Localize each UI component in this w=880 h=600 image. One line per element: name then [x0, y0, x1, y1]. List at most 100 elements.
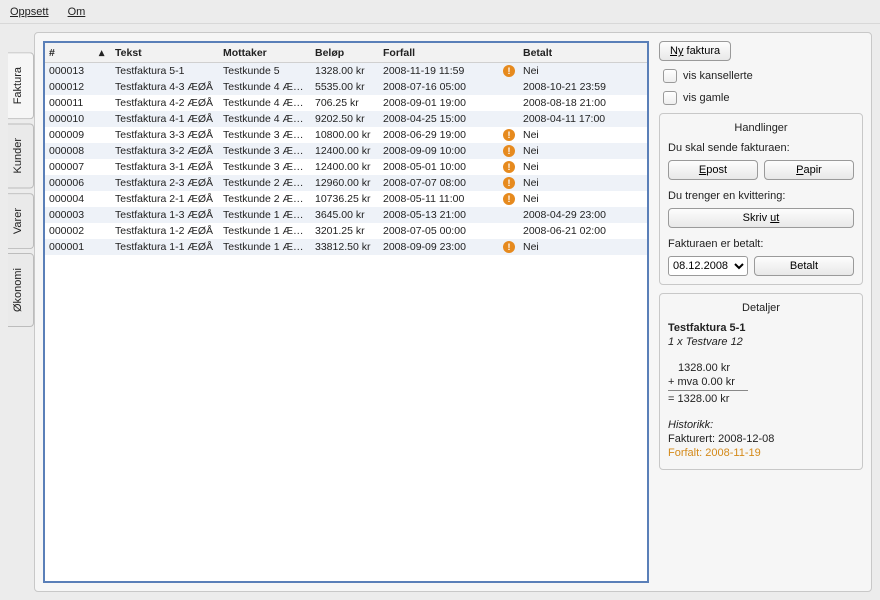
cell-number: 000011: [45, 97, 95, 109]
col-amount[interactable]: Beløp: [311, 47, 379, 59]
cell-amount: 12400.00 kr: [311, 145, 379, 157]
cell-text: Testfaktura 3-2 ÆØÅ: [111, 145, 219, 157]
cell-paid: 2008-06-21 02:00: [519, 225, 647, 237]
cell-amount: 12400.00 kr: [311, 161, 379, 173]
cell-due: 2008-06-29 19:00: [379, 129, 499, 141]
col-due[interactable]: Forfall: [379, 47, 499, 59]
cell-warn: !: [499, 129, 519, 141]
cell-due: 2008-05-13 21:00: [379, 209, 499, 221]
table-row[interactable]: 000001Testfaktura 1-1 ÆØÅTestkunde 1 ÆØÅ…: [45, 239, 647, 255]
table-row[interactable]: 000010Testfaktura 4-1 ÆØÅTestkunde 4 ÆØÅ…: [45, 111, 647, 127]
cell-amount: 10800.00 kr: [311, 129, 379, 141]
cell-number: 000002: [45, 225, 95, 237]
tab-okonomi[interactable]: Økonomi: [8, 253, 34, 327]
table-row[interactable]: 000007Testfaktura 3-1 ÆØÅTestkunde 3 ÆØÅ…: [45, 159, 647, 175]
cell-warn: !: [499, 241, 519, 253]
col-text[interactable]: Tekst: [111, 47, 219, 59]
cell-due: 2008-09-09 23:00: [379, 241, 499, 253]
table-row[interactable]: 000003 Testfaktura 1-3 ÆØÅTestkunde 1 ÆØÅ…: [45, 207, 647, 223]
new-invoice-button[interactable]: Ny faktura: [659, 41, 731, 61]
cell-number: 000007: [45, 161, 95, 173]
cell-text: Testfaktura 1-3 ÆØÅ: [111, 209, 219, 221]
table-row[interactable]: 000002 Testfaktura 1-2 ÆØÅTestkunde 1 ÆØÅ…: [45, 223, 647, 239]
cell-paid: Nei: [519, 193, 647, 205]
warning-icon: !: [503, 177, 515, 189]
cell-due: 2008-11-19 11:59: [379, 65, 499, 77]
cell-text: Testfaktura 4-2 ÆØÅ: [111, 97, 219, 109]
cell-paid: Nei: [519, 177, 647, 189]
cell-amount: 9202.50 kr: [311, 113, 379, 125]
cell-number: 000003: [45, 209, 95, 221]
table-row[interactable]: 000004Testfaktura 2-1 ÆØÅTestkunde 2 ÆØÅ…: [45, 191, 647, 207]
cell-paid: Nei: [519, 129, 647, 141]
vat-line: + mva 0.00 kr: [668, 376, 854, 388]
cell-amount: 706.25 kr: [311, 97, 379, 109]
cell-recipient: Testkunde 4 ÆØÅ: [219, 97, 311, 109]
cell-due: 2008-04-25 15:00: [379, 113, 499, 125]
col-sort-icon[interactable]: ▴: [95, 47, 111, 59]
cell-due: 2008-07-05 00:00: [379, 225, 499, 237]
cell-amount: 33812.50 kr: [311, 241, 379, 253]
cell-amount: 10736.25 kr: [311, 193, 379, 205]
checkbox-icon[interactable]: [663, 69, 677, 83]
details-title: Detaljer: [668, 302, 854, 314]
cell-paid: Nei: [519, 241, 647, 253]
table-row[interactable]: 000013Testfaktura 5-1Testkunde 51328.00 …: [45, 63, 647, 79]
paid-button[interactable]: Betalt: [754, 256, 854, 276]
col-number[interactable]: #: [45, 47, 95, 59]
menu-oppsett[interactable]: Oppsett: [10, 6, 49, 18]
print-button[interactable]: Skriv ut: [668, 208, 854, 228]
paid-date-select[interactable]: 08.12.2008: [668, 256, 748, 276]
warning-icon: !: [503, 145, 515, 157]
cell-due: 2008-05-01 10:00: [379, 161, 499, 173]
right-sidebar: Ny faktura vis kansellerte vis gamle Han…: [659, 41, 863, 583]
table-row[interactable]: 000006Testfaktura 2-3 ÆØÅTestkunde 2 ÆØÅ…: [45, 175, 647, 191]
table-row[interactable]: 000009Testfaktura 3-3 ÆØÅTestkunde 3 ÆØÅ…: [45, 127, 647, 143]
cell-number: 000004: [45, 193, 95, 205]
tab-varer[interactable]: Varer: [8, 193, 34, 249]
workspace: Faktura Kunder Varer Økonomi # ▴ Tekst M…: [0, 24, 880, 600]
cell-due: 2008-07-16 05:00: [379, 81, 499, 93]
show-cancelled-row[interactable]: vis kansellerte: [659, 69, 863, 83]
table-row[interactable]: 000008Testfaktura 3-2 ÆØÅTestkunde 3 ÆØÅ…: [45, 143, 647, 159]
cell-recipient: Testkunde 4 ÆØÅ: [219, 113, 311, 125]
cell-recipient: Testkunde 1 ÆØÅ: [219, 209, 311, 221]
details-box: Detaljer Testfaktura 5-1 1 x Testvare 12…: [659, 293, 863, 470]
table-header[interactable]: # ▴ Tekst Mottaker Beløp Forfall Betalt: [45, 43, 647, 63]
col-paid[interactable]: Betalt: [519, 47, 647, 59]
send-label: Du skal sende fakturaen:: [668, 142, 854, 154]
overdue-line: Forfalt: 2008-11-19: [668, 447, 854, 459]
menu-om[interactable]: Om: [68, 6, 86, 18]
tab-faktura[interactable]: Faktura: [8, 52, 34, 119]
cell-recipient: Testkunde 1 ÆØÅ: [219, 225, 311, 237]
cell-warn: !: [499, 193, 519, 205]
cell-text: Testfaktura 4-3 ÆØÅ: [111, 81, 219, 93]
col-recipient[interactable]: Mottaker: [219, 47, 311, 59]
subtotal: 1328.00 kr: [668, 362, 854, 374]
show-old-row[interactable]: vis gamle: [659, 91, 863, 105]
cell-recipient: Testkunde 1 ÆØÅ: [219, 241, 311, 253]
cell-amount: 3201.25 kr: [311, 225, 379, 237]
main-panel: # ▴ Tekst Mottaker Beløp Forfall Betalt …: [34, 32, 872, 592]
epost-button[interactable]: Epost: [668, 160, 758, 180]
divider: [668, 390, 748, 391]
tab-kunder[interactable]: Kunder: [8, 123, 34, 188]
show-old-label: vis gamle: [683, 92, 729, 104]
cell-text: Testfaktura 2-3 ÆØÅ: [111, 177, 219, 189]
cell-text: Testfaktura 3-3 ÆØÅ: [111, 129, 219, 141]
warning-icon: !: [503, 129, 515, 141]
cell-paid: Nei: [519, 161, 647, 173]
checkbox-icon[interactable]: [663, 91, 677, 105]
cell-text: Testfaktura 4-1 ÆØÅ: [111, 113, 219, 125]
receipt-label: Du trenger en kvittering:: [668, 190, 854, 202]
table-row[interactable]: 000011 Testfaktura 4-2 ÆØÅTestkunde 4 ÆØÅ…: [45, 95, 647, 111]
cell-amount: 3645.00 kr: [311, 209, 379, 221]
cell-due: 2008-05-11 11:00: [379, 193, 499, 205]
cell-due: 2008-09-09 10:00: [379, 145, 499, 157]
cell-recipient: Testkunde 3 ÆØÅ: [219, 129, 311, 141]
cell-due: 2008-09-01 19:00: [379, 97, 499, 109]
table-row[interactable]: 000012Testfaktura 4-3 ÆØÅTestkunde 4 ÆØÅ…: [45, 79, 647, 95]
papir-button[interactable]: Papir: [764, 160, 854, 180]
cell-paid: 2008-04-11 17:00: [519, 113, 647, 125]
cell-text: Testfaktura 1-2 ÆØÅ: [111, 225, 219, 237]
